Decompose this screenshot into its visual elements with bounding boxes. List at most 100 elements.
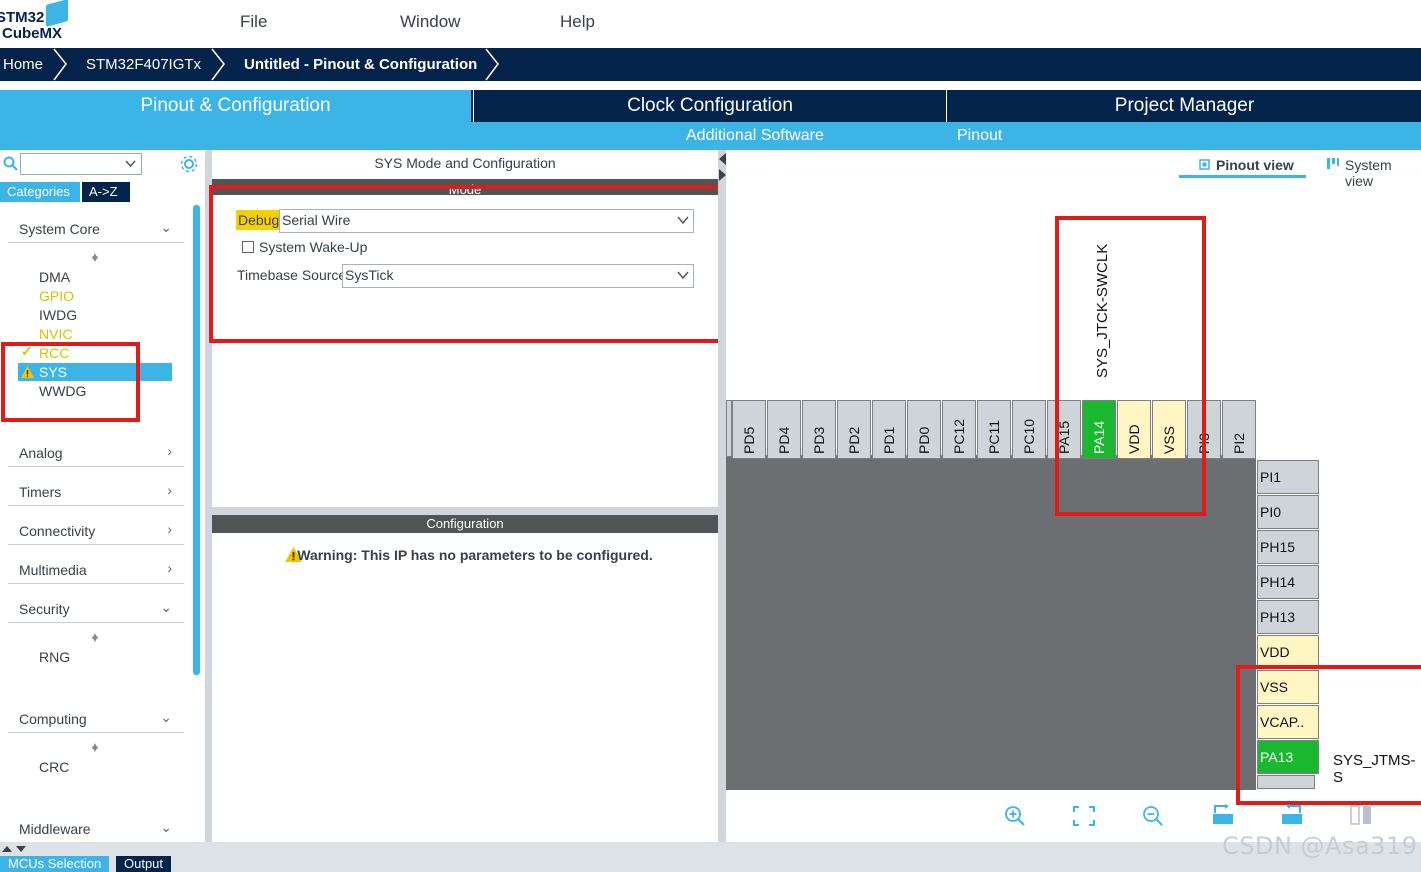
main-tabs: Pinout & Configuration Clock Configurati… [0,90,1421,122]
group-computing[interactable]: Computing ⌄ [8,708,184,733]
menu-file[interactable]: File [240,12,267,32]
pin-label: PD4 [776,426,792,454]
pin-pi1[interactable]: PI1 [1257,460,1319,494]
breadcrumb-chevron-icon [485,48,499,81]
panel-title: SYS Mode and Configuration [374,155,556,171]
zoom-out-icon[interactable] [1142,805,1164,827]
breadcrumb-home[interactable]: Home [3,48,43,81]
stm32cubemx-logo: STM32 CubeMX [0,0,80,46]
breadcrumb-chevron-icon [211,48,225,81]
chevron-right-icon: › [167,443,172,459]
pin-pc10[interactable]: PC10 [1012,400,1046,459]
pin-label: PD1 [881,426,897,454]
left-scrollbar[interactable] [193,205,200,675]
tab-a-z[interactable]: A->Z [82,182,130,202]
pin-ph15[interactable]: PH15 [1257,530,1319,564]
tab-system-view[interactable]: System view [1345,157,1421,189]
pin-pd1[interactable]: PD1 [872,400,906,459]
pin-pd5[interactable]: PD5 [732,400,766,459]
chevron-down-icon: ⌄ [160,599,172,615]
breadcrumb-current[interactable]: Untitled - Pinout & Configuration [244,48,477,81]
additional-software-button[interactable]: Additional Software [686,122,824,150]
group-timers[interactable]: Timers › [8,481,184,506]
chevron-right-icon: › [167,560,172,576]
tab-pinout-configuration[interactable]: Pinout & Configuration [0,90,471,122]
highlight-box [1236,665,1421,805]
active-tab-indicator [1179,175,1306,178]
list-item-iwdg[interactable]: IWDG [39,307,77,323]
pin-label: PC12 [951,418,967,454]
highlight-box [1,342,140,422]
group-multimedia[interactable]: Multimedia › [8,559,184,584]
sort-icon[interactable]: ▲ ▼ [90,251,100,273]
tab-mcus-selection[interactable]: MCUs Selection [0,856,110,872]
fit-screen-icon[interactable] [1073,806,1095,826]
middle-divider[interactable] [718,150,726,842]
collapse-arrows-icon[interactable] [719,153,726,183]
zoom-in-icon[interactable] [1004,805,1026,827]
pin-pd0[interactable]: PD0 [907,400,941,459]
list-item-dma[interactable]: DMA [39,269,70,285]
group-label: Security [19,601,70,617]
logo-text-line2: CubeMX [2,25,62,42]
pin-label: PI2 [1231,432,1247,454]
tab-categories[interactable]: Categories [0,182,80,202]
pin-label: PC10 [1021,418,1037,454]
gear-icon[interactable] [180,155,198,173]
menu-help[interactable]: Help [560,12,595,32]
chevron-down-icon: ⌄ [160,219,172,235]
pin-ph13[interactable]: PH13 [1257,600,1319,634]
pin-label: PD0 [916,426,932,454]
group-analog[interactable]: Analog › [8,442,184,467]
search-icon[interactable] [3,156,19,172]
breadcrumb-mcu[interactable]: STM32F407IGTx [86,48,201,81]
group-label: Analog [19,445,63,461]
tab-clock-configuration[interactable]: Clock Configuration [473,90,946,122]
group-connectivity[interactable]: Connectivity › [8,520,184,545]
list-item-nvic[interactable]: NVIC [39,326,72,342]
group-label: Connectivity [19,523,96,539]
list-item-crc[interactable]: CRC [39,759,69,775]
section-divider[interactable] [212,507,718,515]
highlight-box [209,185,735,343]
chevron-down-icon: ⌄ [160,709,172,725]
group-middleware[interactable]: Middleware ⌄ [8,818,184,843]
chevron-right-icon: › [167,521,172,537]
pin-label: PD5 [741,426,757,454]
sub-toolbar: Additional Software Pinout [0,122,1421,263]
list-item-rng[interactable]: RNG [39,649,70,665]
pinout-menu-button[interactable]: Pinout [957,122,1002,150]
breadcrumb-chevron-icon [53,48,67,81]
breadcrumb: Home STM32F407IGTx Untitled - Pinout & C… [0,48,1421,81]
chevron-down-icon [125,160,136,168]
group-system-core[interactable]: System Core ⌄ [8,218,184,243]
category-tabs: Categories A->Z [0,182,130,202]
list-item-gpio[interactable]: GPIO [39,288,74,304]
pin-pc12[interactable]: PC12 [942,400,976,459]
panel-toggle-icon[interactable] [2,844,28,854]
pin-pi2[interactable]: PI2 [1222,400,1256,459]
group-security[interactable]: Security ⌄ [8,598,184,623]
pin-pc11[interactable]: PC11 [977,400,1011,459]
tab-output[interactable]: Output [116,856,172,872]
sort-icon[interactable]: ▲ ▼ [90,631,100,653]
pin-label: PD3 [811,426,827,454]
logo-text-line1: STM32 [0,9,45,26]
pin-ph14[interactable]: PH14 [1257,565,1319,599]
highlight-box [1055,216,1206,516]
pin-vdd[interactable]: VDD [1257,635,1319,669]
menu-window[interactable]: Window [400,12,460,32]
chevron-right-icon: › [167,482,172,498]
split-view-icon[interactable] [1350,805,1372,825]
search-input[interactable] [20,153,142,175]
tab-project-manager[interactable]: Project Manager [946,90,1421,122]
pin-pd3[interactable]: PD3 [802,400,836,459]
pin-pd2[interactable]: PD2 [837,400,871,459]
chip-icon [1199,159,1210,170]
rotate-right-icon[interactable] [1211,804,1235,826]
pin-pi0[interactable]: PI0 [1257,495,1319,529]
sort-icon[interactable]: ▲ ▼ [90,741,100,763]
tab-pinout-view[interactable]: Pinout view [1216,157,1294,173]
pin-pd4[interactable]: PD4 [767,400,801,459]
rotate-left-icon[interactable] [1280,804,1304,826]
